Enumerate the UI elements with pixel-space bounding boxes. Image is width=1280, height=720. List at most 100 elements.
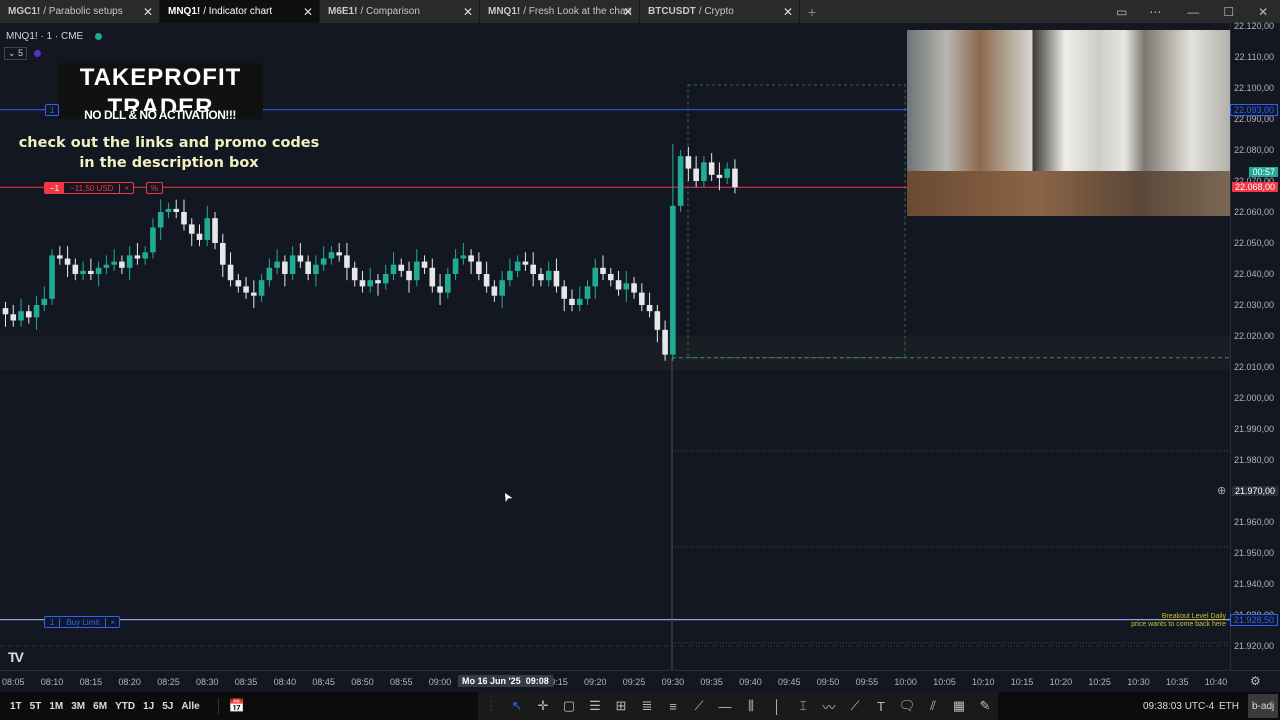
- price-tick: 22.100,00: [1233, 83, 1274, 93]
- candle: [437, 286, 443, 293]
- position-tag[interactable]: −1 −11,50 USD ×: [44, 182, 135, 194]
- price-axis[interactable]: 22.120,00 22.110,00 22.100,00 22.090,00 22.0…: [1217, 21, 1280, 670]
- candle: [313, 264, 319, 274]
- new-tab-button[interactable]: +: [800, 0, 824, 23]
- callout-icon[interactable]: 🗨: [894, 698, 920, 714]
- close-tab-icon[interactable]: ✕: [303, 5, 313, 19]
- close-window-button[interactable]: ✕: [1258, 5, 1268, 19]
- close-tab-icon[interactable]: ✕: [623, 5, 633, 19]
- tab-3[interactable]: MNQ1! / Fresh Look at the charts ✕: [480, 0, 640, 23]
- crosshair-price-label: 21.970,00: [1231, 486, 1278, 496]
- market-status-icon: [95, 33, 103, 40]
- candle: [80, 270, 86, 274]
- candle: [173, 208, 180, 212]
- range-button[interactable]: YTD: [115, 701, 135, 712]
- rectangle-icon[interactable]: ▢: [556, 698, 582, 714]
- candle: [64, 258, 71, 265]
- range-button[interactable]: Alle: [181, 701, 199, 712]
- fib-retracement-icon[interactable]: ☰: [582, 698, 608, 714]
- candle: [157, 212, 164, 228]
- close-tab-icon[interactable]: ✕: [783, 5, 793, 19]
- trend-line-icon[interactable]: ⟋: [686, 698, 712, 714]
- clock[interactable]: 09:38:03 UTC-4: [1143, 701, 1214, 712]
- breakout-annotation[interactable]: Breakout Level Daily price wants to come…: [1131, 613, 1226, 629]
- layout-icon[interactable]: ▭: [1116, 5, 1127, 19]
- tab-0[interactable]: MGC1! / Parabolic setups ✕: [0, 0, 160, 23]
- chart-pane[interactable]: MNQ1! · 1 · CME ⌄ 5 TAKEPROFIT TRADER NO…: [0, 23, 1230, 670]
- range-button[interactable]: 6M: [93, 701, 107, 712]
- buy-limit-cancel-button[interactable]: ×: [105, 617, 119, 627]
- indicators-toggle[interactable]: ⌄ 5: [4, 47, 28, 60]
- tp-order-tag[interactable]: 1: [45, 104, 60, 116]
- price-tick: 21.980,00: [1233, 455, 1274, 465]
- close-tab-icon[interactable]: ✕: [463, 5, 473, 19]
- candle: [429, 267, 436, 287]
- axis-settings-icon[interactable]: ⚙: [1250, 674, 1261, 688]
- crosshair-time: 09:08: [525, 676, 549, 686]
- vertical-line-icon[interactable]: │: [764, 699, 790, 714]
- go-to-date-icon[interactable]: 📅: [217, 698, 245, 714]
- candle: [724, 168, 730, 178]
- candle: [150, 227, 156, 253]
- buy-limit-tag[interactable]: 1 Buy Limit ×: [44, 616, 121, 628]
- cursor-icon[interactable]: ↖: [504, 698, 530, 714]
- minimize-button[interactable]: —: [1187, 5, 1199, 19]
- close-tab-icon[interactable]: ✕: [143, 5, 153, 19]
- price-tick: 21.960,00: [1233, 517, 1274, 527]
- tab-4[interactable]: BTCUSDT / Crypto ✕: [640, 0, 800, 23]
- candle: [25, 311, 32, 318]
- time-tick: 09:35: [700, 677, 723, 687]
- more-icon[interactable]: ⋯: [1149, 5, 1161, 19]
- candle: [499, 280, 505, 296]
- candle: [607, 274, 614, 281]
- ray-icon[interactable]: ⟋: [842, 698, 868, 714]
- regression-icon[interactable]: ≡: [660, 699, 686, 714]
- time-tick: 08:55: [389, 677, 413, 687]
- pattern-icon[interactable]: ▦: [946, 698, 972, 714]
- candle: [88, 270, 94, 274]
- text-icon[interactable]: T: [868, 699, 894, 714]
- adjustment-toggle[interactable]: b-adj: [1248, 694, 1279, 718]
- range-button[interactable]: 1M: [49, 701, 63, 712]
- candle: [111, 261, 117, 265]
- time-axis[interactable]: 10:40 10:35 10:30 10:25 10:20 10:15 10:10 10:05…: [0, 670, 1280, 692]
- horizontal-ray-icon[interactable]: —: [712, 699, 738, 714]
- candle: [398, 264, 405, 271]
- range-button[interactable]: 1J: [143, 701, 154, 712]
- symbol-title[interactable]: MNQ1! · 1 · CME: [6, 31, 83, 42]
- brush-icon[interactable]: ✎: [972, 698, 998, 714]
- add-alert-icon[interactable]: ⊕: [1217, 484, 1226, 497]
- drawing-toolbar: ⋮ ↖ ✛ ▢ ☰ ⊞ ≣ ≡ ⟋ — ⫼ │ ⌶ 〰 ⟋ T 🗨 ⫽ ▦ ✎: [478, 692, 998, 720]
- path-icon[interactable]: 〰: [816, 697, 842, 716]
- bar-countdown-label: 00:57: [1249, 166, 1278, 177]
- time-tick: 08:15: [79, 677, 103, 687]
- candle: [445, 274, 451, 293]
- grid-icon[interactable]: ⊞: [608, 698, 634, 714]
- indicator-icon[interactable]: [34, 50, 41, 57]
- drag-handle-icon[interactable]: ⋮: [478, 698, 504, 714]
- maximize-button[interactable]: ☐: [1223, 5, 1234, 19]
- measure-icon[interactable]: ⫽: [920, 698, 946, 714]
- tradingview-logo[interactable]: TV: [8, 649, 24, 665]
- range-button[interactable]: 1T: [10, 701, 22, 712]
- range-button[interactable]: 5T: [30, 701, 42, 712]
- parallel-channel-icon[interactable]: ≣: [634, 698, 660, 714]
- candle: [375, 280, 381, 284]
- tab-1[interactable]: MNQ1! / Indicator chart ✕: [160, 0, 320, 23]
- range-button[interactable]: 5J: [162, 701, 173, 712]
- crosshair-icon[interactable]: ✛: [530, 698, 556, 714]
- volume-profile-icon[interactable]: ⫼: [738, 698, 764, 714]
- position-qty: −1: [45, 183, 65, 193]
- candle: [701, 162, 707, 181]
- position-close-button[interactable]: ×: [119, 183, 133, 193]
- text-cursor-icon[interactable]: ⌶: [790, 698, 816, 714]
- candle: [421, 261, 428, 268]
- range-button[interactable]: 3M: [71, 701, 85, 712]
- tab-symbol: BTCUSDT: [648, 6, 696, 17]
- price-tick: 22.060,00: [1233, 207, 1274, 217]
- tab-2[interactable]: M6E1! / Comparison ✕: [320, 0, 480, 23]
- session-toggle[interactable]: ETH: [1219, 701, 1239, 712]
- position-percent-button[interactable]: %: [146, 182, 164, 194]
- tp-price-label: 22.093,00: [1229, 103, 1278, 116]
- candle: [452, 258, 459, 274]
